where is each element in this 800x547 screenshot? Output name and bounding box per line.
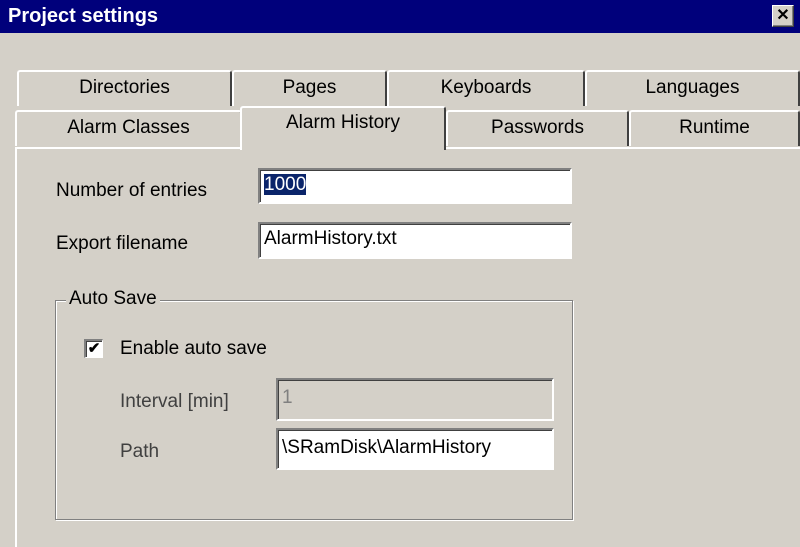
title-bar: Project settings ✕: [0, 0, 800, 33]
export-filename-input[interactable]: AlarmHistory.txt: [258, 222, 572, 259]
enable-auto-save-checkbox[interactable]: ✔: [84, 339, 103, 358]
tab-label: Keyboards: [440, 77, 532, 98]
tab-alarm-history[interactable]: Alarm History: [240, 106, 446, 150]
interval-label: Interval [min]: [120, 391, 229, 412]
tab-label: Pages: [282, 77, 337, 98]
interval-input[interactable]: 1: [276, 378, 554, 421]
tab-pages[interactable]: Pages: [232, 70, 387, 106]
tab-label: Passwords: [491, 117, 584, 138]
enable-auto-save-label[interactable]: Enable auto save: [120, 338, 267, 360]
tab-alarm-classes[interactable]: Alarm Classes: [15, 110, 242, 146]
tab-passwords[interactable]: Passwords: [446, 110, 629, 146]
tab-keyboards[interactable]: Keyboards: [387, 70, 585, 106]
path-input[interactable]: \SRamDisk\AlarmHistory: [276, 428, 554, 470]
tab-label: Directories: [79, 77, 170, 98]
tab-label: Languages: [645, 77, 740, 98]
tab-directories[interactable]: Directories: [17, 70, 232, 106]
entries-input[interactable]: 1000: [258, 168, 572, 204]
close-button[interactable]: ✕: [772, 5, 794, 27]
tab-runtime[interactable]: Runtime: [629, 110, 800, 146]
path-label: Path: [120, 441, 160, 462]
export-label: Export filename: [56, 233, 189, 254]
tab-label: Alarm History: [285, 112, 400, 133]
auto-save-group-title: Auto Save: [66, 288, 160, 310]
entries-value: 1000: [264, 174, 307, 195]
tab-languages[interactable]: Languages: [585, 70, 800, 106]
close-icon: ✕: [776, 7, 790, 24]
checkmark-icon: ✔: [87, 340, 101, 357]
tab-label: Alarm Classes: [67, 117, 190, 138]
window-title: Project settings: [8, 5, 159, 27]
tab-label: Runtime: [679, 117, 750, 138]
entries-label: Number of entries: [56, 180, 208, 201]
